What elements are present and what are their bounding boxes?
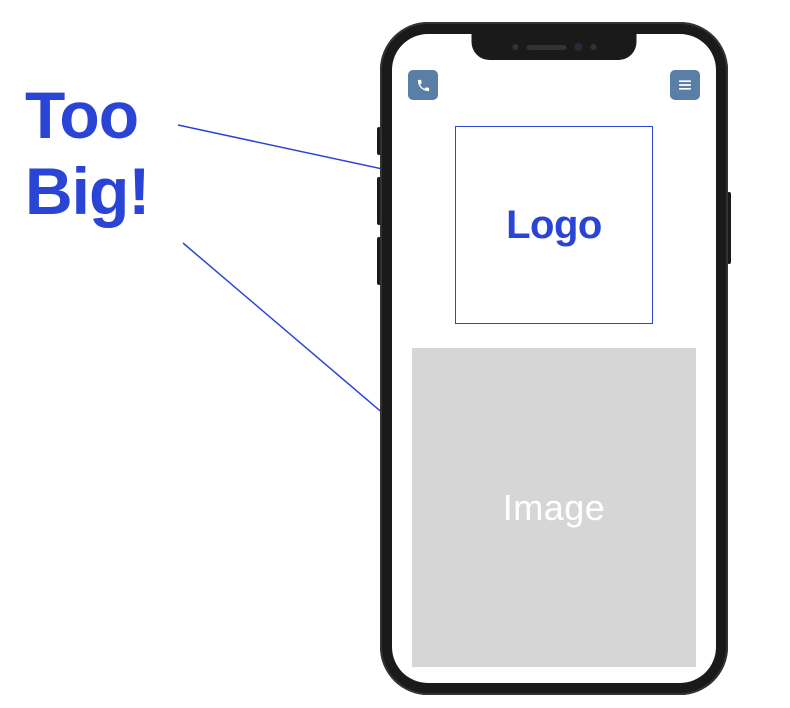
phone-screen: Logo Image xyxy=(392,34,716,683)
annotation-label: Too Big! xyxy=(25,78,149,230)
logo-label: Logo xyxy=(506,203,602,248)
phone-notch xyxy=(472,34,637,60)
annotation-line-1: Too xyxy=(25,78,149,154)
image-label: Image xyxy=(503,487,606,529)
notch-speaker xyxy=(526,45,566,50)
image-placeholder: Image xyxy=(412,348,696,667)
phone-frame: Logo Image xyxy=(380,22,728,695)
phone-call-button[interactable] xyxy=(408,70,438,100)
screen-content: Logo Image xyxy=(392,34,716,683)
phone-icon xyxy=(416,78,431,93)
notch-sensor xyxy=(512,44,518,50)
annotation-line-2: Big! xyxy=(25,154,149,230)
logo-placeholder: Logo xyxy=(455,126,653,324)
notch-camera xyxy=(574,43,582,51)
phone-mockup: Logo Image xyxy=(380,22,728,695)
hamburger-icon xyxy=(677,77,693,93)
app-header xyxy=(408,70,700,100)
notch-sensor-2 xyxy=(590,44,596,50)
menu-button[interactable] xyxy=(670,70,700,100)
